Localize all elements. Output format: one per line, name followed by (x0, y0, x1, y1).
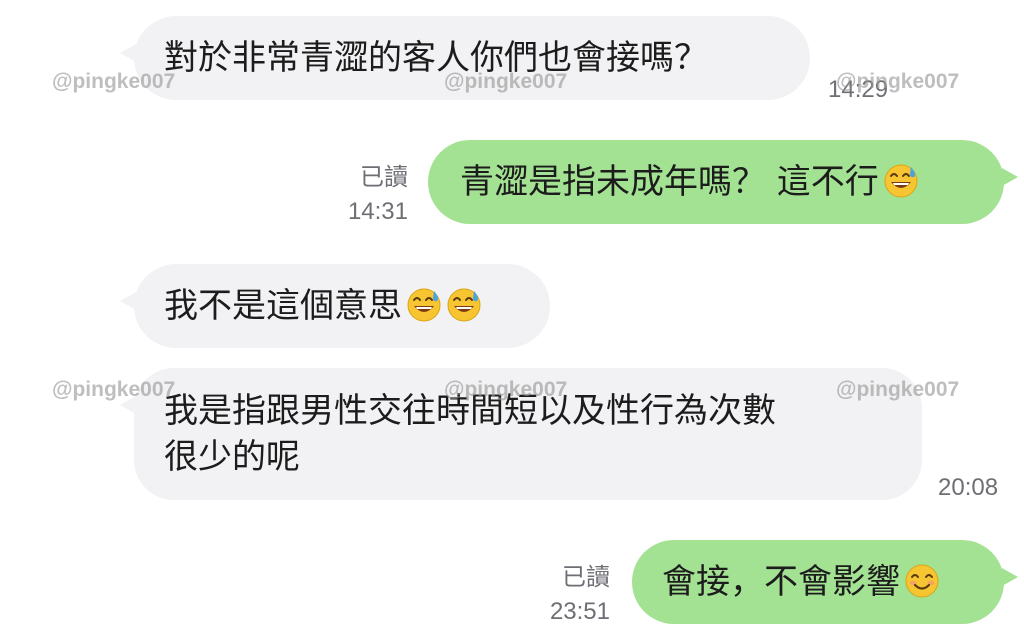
read-receipt: 已讀 (562, 564, 610, 591)
incoming-message-bubble[interactable]: 我是指跟男性交往時間短以及性行為次數 很少的呢 (120, 368, 922, 500)
chat-view: 對於非常青澀的客人你們也會接嗎？ 14:29 已讀 14:31 青澀是指未成年嗎… (0, 0, 1024, 642)
grinning-sweat-face-icon (884, 164, 918, 198)
bubble-tail (1002, 168, 1018, 186)
incoming-message-bubble[interactable]: 我不是這個意思 (120, 264, 550, 348)
incoming-message-bubble[interactable]: 對於非常青澀的客人你們也會接嗎？ (120, 16, 810, 100)
message-text-line: 很少的呢 (164, 437, 300, 477)
message-text-line: 我是指跟男性交往時間短以及性行為次數 (164, 391, 776, 431)
bubble-tail (120, 396, 136, 414)
message-text: 我不是這個意思 (164, 286, 402, 326)
grinning-sweat-face-icon (447, 288, 481, 322)
outgoing-message-bubble[interactable]: 青澀是指未成年嗎？ 這不行 (428, 140, 1018, 224)
message-time: 20:08 (938, 474, 999, 501)
message-time: 14:29 (828, 76, 889, 103)
outgoing-message-bubble[interactable]: 會接，不會影響 (632, 540, 1018, 624)
message-time: 23:51 (549, 598, 610, 625)
grinning-sweat-face-icon (407, 288, 441, 322)
message-text: 青澀是指未成年嗎？ 這不行 (460, 162, 879, 202)
bubble-tail (1002, 568, 1018, 586)
smiling-face-icon (905, 564, 939, 598)
bubble-tail (120, 292, 136, 310)
message-text: 會接，不會影響 (662, 562, 900, 602)
message-text: 對於非常青澀的客人你們也會接嗎？ (164, 38, 708, 78)
bubble-tail (120, 44, 136, 62)
read-receipt: 已讀 (360, 164, 408, 191)
message-time: 14:31 (347, 198, 408, 225)
